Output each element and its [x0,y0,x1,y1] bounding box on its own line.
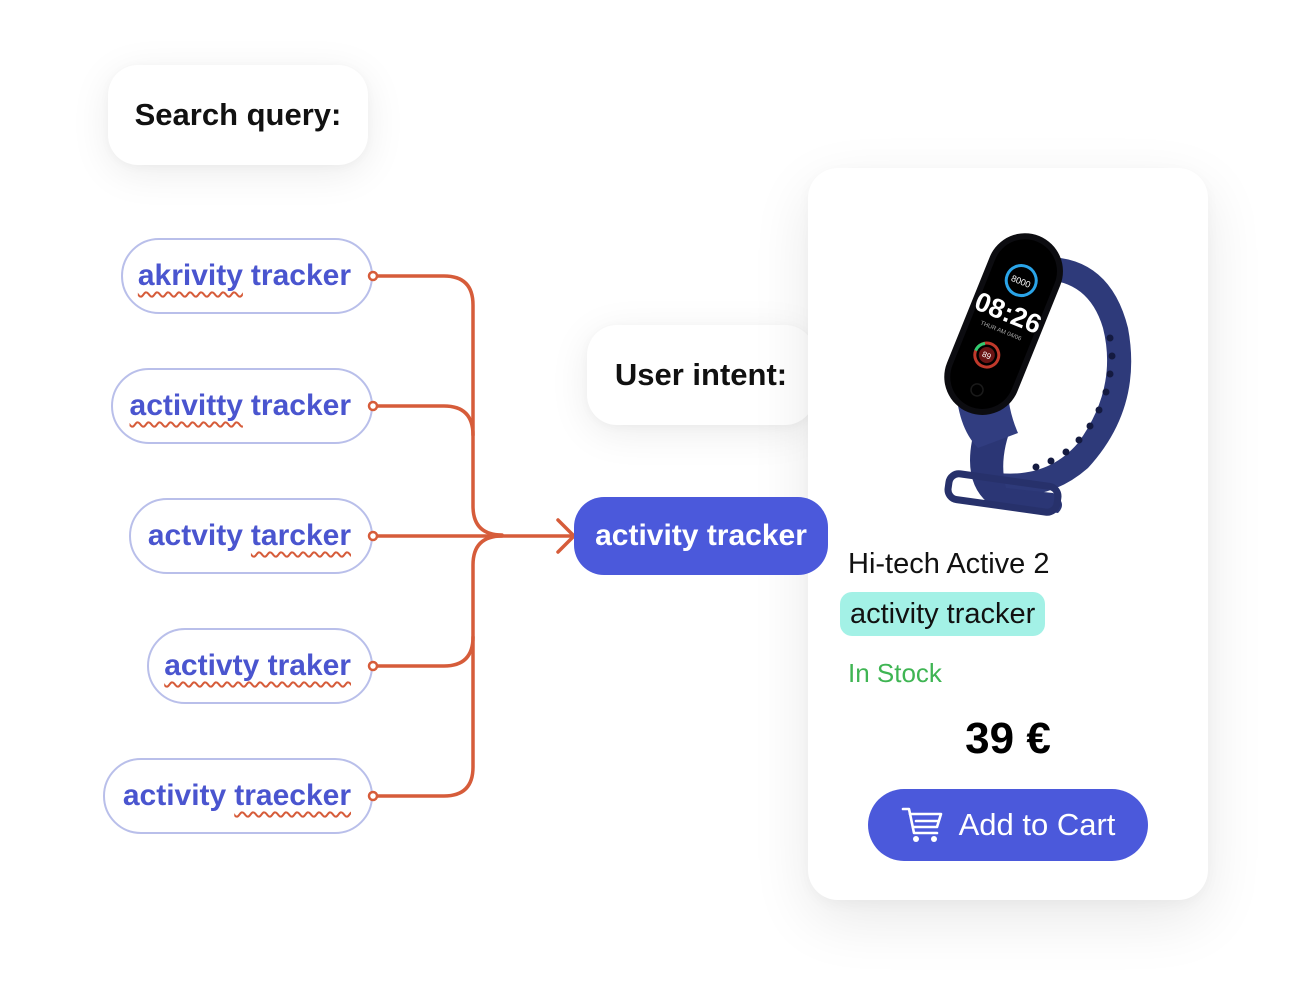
search-query-label: Search query: [108,65,368,165]
user-intent-label: User intent: [587,325,815,425]
query-pill[interactable]: akrivity tracker [121,238,373,314]
search-query-label-text: Search query: [134,97,342,132]
query-pill[interactable]: activitty tracker [111,368,373,444]
intent-pill[interactable]: activity tracker [574,497,828,575]
misspelled-word: activitty [129,389,243,422]
connector-line [371,534,504,798]
misspelled-word: akrivity [137,259,243,292]
product-price: 39 € [965,714,1051,763]
add-to-cart-button[interactable]: Add to Cart [868,789,1148,861]
connector-line [371,635,475,668]
query-pill[interactable]: activty traker [147,628,373,704]
query-word: tracker [250,259,351,292]
query-pill[interactable]: actvity tarcker [129,498,373,574]
query-word: tracker [250,389,351,422]
misspelled-word: activty traker [164,649,351,682]
connector-line [371,404,475,437]
connector-line [371,274,504,537]
product-category-tag: activity tracker [840,592,1046,636]
product-image[interactable]: 8000 08:26 THUR AM 04/06 89 [888,218,1138,518]
product-name[interactable]: Hi-tech Active 2 [848,548,1049,581]
shopping-cart-icon [901,807,942,842]
arrow-head-icon [556,518,576,554]
query-pill[interactable]: activity traecker [103,758,373,834]
stock-status: In Stock [848,658,942,688]
product-card: 8000 08:26 THUR AM 04/06 89 Hi-tech Acti… [808,168,1208,900]
misspelled-word: tarcker [250,519,351,552]
product-category-text: activity tracker [850,597,1036,630]
query-word: actvity [147,519,243,552]
intent-text: activity tracker [595,519,807,552]
misspelled-word: traecker [234,779,351,812]
add-to-cart-label: Add to Cart [958,807,1116,842]
user-intent-label-text: User intent: [614,357,788,392]
query-word: activity [122,779,227,812]
